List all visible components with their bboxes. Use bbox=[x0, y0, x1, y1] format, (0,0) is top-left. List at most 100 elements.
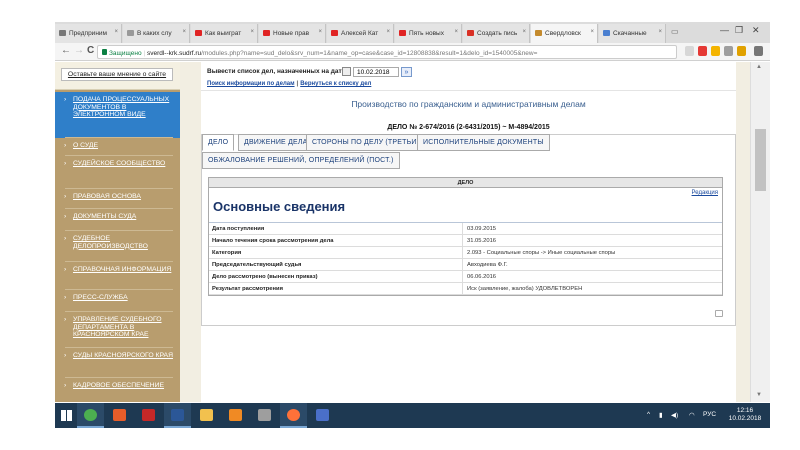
tab-favicon-icon bbox=[399, 30, 406, 36]
sidebar-item-label: О СУДЕ bbox=[73, 142, 99, 149]
tab-favicon-icon bbox=[59, 30, 66, 36]
tab-appeals[interactable]: ОБЖАЛОВАНИЕ РЕШЕНИЙ, ОПРЕДЕЛЕНИЙ (ПОСТ.) bbox=[202, 152, 400, 169]
close-tab-icon[interactable]: × bbox=[250, 29, 254, 35]
app-red-taskbar-button[interactable] bbox=[135, 403, 162, 428]
back-to-list-link[interactable]: Вернуться к списку дел bbox=[300, 81, 371, 87]
sidebar-item-label: СУДЫ КРАСНОЯРСКОГО КРАЯ bbox=[73, 352, 173, 359]
sidebar-divider bbox=[65, 155, 173, 156]
date-input[interactable]: 10.02.2018 bbox=[353, 67, 399, 77]
row-value: Авходиева Ф.Г. bbox=[467, 262, 508, 268]
table-rows: Дата поступления 03.09.2015 Начало течения… bbox=[209, 223, 722, 295]
browser-tab[interactable]: Предприним × bbox=[55, 24, 122, 43]
cell-divider bbox=[462, 223, 463, 235]
close-tab-icon[interactable]: × bbox=[386, 29, 390, 35]
address-bar[interactable]: Защищено | sverdl--krk.sudrf.ru/modules.… bbox=[97, 45, 677, 59]
vertical-scrollbar[interactable]: ▲ ▼ bbox=[750, 62, 770, 402]
extension-icon[interactable] bbox=[711, 46, 720, 56]
close-tab-icon[interactable]: × bbox=[182, 29, 186, 35]
sidebar-item[interactable]: › ПОДАЧА ПРОЦЕССУАЛЬНЫХ ДОКУМЕНТОВ В ЭЛЕК… bbox=[55, 92, 180, 138]
sidebar-item[interactable]: › СУДЕЙСКОЕ СООБЩЕСТВО bbox=[55, 160, 180, 168]
browser-tab[interactable]: Как выиграт × bbox=[191, 24, 258, 43]
row-value: 06.06.2016 bbox=[467, 274, 497, 280]
scroll-up-icon[interactable]: ▲ bbox=[756, 64, 762, 70]
explorer-icon bbox=[200, 409, 213, 421]
feedback-button[interactable]: Оставьте ваше мнение о сайте bbox=[61, 68, 173, 81]
close-tab-icon[interactable]: × bbox=[454, 29, 458, 35]
url-path: /modules.php?name=sud_delo&srv_num=1&nam… bbox=[201, 50, 538, 57]
windows-start-icon bbox=[61, 410, 72, 421]
screen: Предприним × В каких слу × Как выиграт × Новые… bbox=[0, 0, 800, 450]
tab-label: Новые прав bbox=[273, 30, 310, 37]
extension-icon[interactable] bbox=[724, 46, 733, 56]
explorer-taskbar-button[interactable] bbox=[193, 403, 220, 428]
chrome-taskbar-button[interactable] bbox=[77, 403, 104, 428]
page-title: Производство по гражданским и администра… bbox=[351, 99, 586, 109]
back-button[interactable]: ← bbox=[61, 45, 71, 56]
sidebar-item[interactable]: › КАДРОВОЕ ОБЕСПЕЧЕНИЕ bbox=[55, 382, 180, 390]
tray-arrow-icon[interactable]: ^ bbox=[647, 411, 650, 418]
sidebar-item[interactable]: › ПРЕСС-СЛУЖБА bbox=[55, 294, 180, 302]
sidebar-item[interactable]: › УПРАВЛЕНИЕ СУДЕБНОГО ДЕПАРТАМЕНТА В КРА… bbox=[55, 316, 180, 339]
language-indicator[interactable]: РУС bbox=[703, 411, 716, 418]
app-orange-taskbar-button[interactable] bbox=[222, 403, 249, 428]
clock-date: 10.02.2018 bbox=[728, 415, 762, 422]
sidebar-item-label: ПОДАЧА ПРОЦЕССУАЛЬНЫХ ДОКУМЕНТОВ В ЭЛЕКТ… bbox=[73, 96, 170, 119]
browser-tab[interactable]: В каких слу × bbox=[123, 24, 190, 43]
browser-tab[interactable]: Свердловск × bbox=[531, 24, 598, 43]
print-icon[interactable] bbox=[715, 310, 723, 317]
edit-link[interactable]: Редакция bbox=[692, 190, 718, 196]
scroll-down-icon[interactable]: ▼ bbox=[756, 392, 762, 398]
browser-tab[interactable]: Создать пись × bbox=[463, 24, 530, 43]
network-icon[interactable]: ▮ bbox=[659, 411, 663, 419]
volume-icon[interactable]: ◀) bbox=[671, 411, 678, 419]
clock[interactable]: 12:16 10.02.2018 bbox=[725, 407, 765, 423]
sidebar-divider bbox=[65, 311, 173, 312]
sidebar-item[interactable]: › СУДЕБНОЕ ДЕЛОПРОИЗВОДСТВО bbox=[55, 235, 180, 250]
sidebar-item[interactable]: › СПРАВОЧНАЯ ИНФОРМАЦИЯ bbox=[55, 266, 180, 274]
close-tab-icon[interactable]: × bbox=[114, 29, 118, 35]
new-tab-button[interactable]: ▭ bbox=[671, 27, 679, 36]
tab-case[interactable]: ДЕЛО bbox=[202, 134, 235, 151]
app-blue-taskbar-button[interactable] bbox=[309, 403, 336, 428]
scrollbar-thumb[interactable] bbox=[755, 129, 766, 191]
search-cases-link[interactable]: Поиск информации по делам bbox=[207, 81, 295, 87]
minimize-icon[interactable]: — bbox=[720, 25, 729, 35]
browser-tab[interactable]: Скачанные × bbox=[599, 24, 666, 43]
close-tab-icon[interactable]: × bbox=[658, 29, 662, 35]
word-icon bbox=[171, 409, 184, 421]
browser-tab[interactable]: Новые прав × bbox=[259, 24, 326, 43]
close-tab-icon[interactable]: × bbox=[522, 29, 526, 35]
maximize-icon[interactable]: ❐ bbox=[735, 25, 743, 36]
close-window-icon[interactable]: ✕ bbox=[752, 25, 760, 36]
tab-case-movement[interactable]: ДВИЖЕНИЕ ДЕЛА bbox=[238, 134, 314, 151]
yandex-taskbar-button[interactable] bbox=[106, 403, 133, 428]
yandex-icon bbox=[113, 409, 126, 421]
browser-tab[interactable]: Пять новых × bbox=[395, 24, 462, 43]
reload-button[interactable]: C bbox=[87, 45, 94, 56]
forward-button[interactable]: → bbox=[74, 45, 84, 56]
chevron-right-icon: › bbox=[64, 96, 67, 103]
close-tab-icon[interactable]: × bbox=[590, 29, 594, 35]
menu-icon[interactable] bbox=[754, 46, 763, 56]
sidebar-divider bbox=[65, 377, 173, 378]
firefox-taskbar-button[interactable] bbox=[280, 403, 307, 428]
calendar-icon[interactable] bbox=[342, 67, 351, 76]
close-tab-icon[interactable]: × bbox=[318, 29, 322, 35]
sidebar-top: Оставьте ваше мнение о сайте bbox=[55, 62, 180, 90]
sidebar-item-label: ПРЕСС-СЛУЖБА bbox=[73, 294, 128, 301]
row-label: Категория bbox=[212, 250, 242, 256]
sidebar-item[interactable]: › СУДЫ КРАСНОЯРСКОГО КРАЯ bbox=[55, 352, 180, 360]
app-gray-taskbar-button[interactable] bbox=[251, 403, 278, 428]
extension-icon[interactable] bbox=[737, 46, 746, 56]
wifi-icon[interactable]: ◠ bbox=[689, 411, 695, 419]
show-cases-button[interactable]: » bbox=[401, 67, 412, 77]
word-taskbar-button[interactable] bbox=[164, 403, 191, 428]
sidebar-item[interactable]: › О СУДЕ bbox=[55, 142, 180, 150]
browser-tab[interactable]: Алексей Кат × bbox=[327, 24, 394, 43]
extension-icon[interactable] bbox=[698, 46, 707, 56]
sidebar-item[interactable]: › ПРАВОВАЯ ОСНОВА bbox=[55, 193, 180, 201]
sidebar-item[interactable]: › ДОКУМЕНТЫ СУДА bbox=[55, 213, 180, 221]
sidebar-item-label: СУДЕЙСКОЕ СООБЩЕСТВО bbox=[73, 160, 166, 167]
tab-enforcement-docs[interactable]: ИСПОЛНИТЕЛЬНЫЕ ДОКУМЕНТЫ bbox=[417, 134, 550, 151]
star-icon[interactable] bbox=[685, 46, 694, 56]
